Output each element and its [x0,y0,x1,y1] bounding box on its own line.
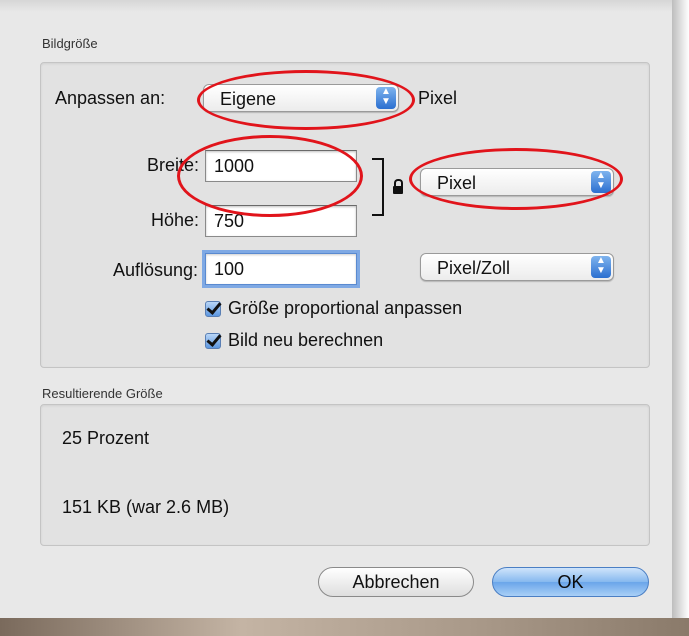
resolution-unit-popup[interactable]: Pixel/Zoll ▲ ▼ [420,253,614,281]
size-unit-popup[interactable]: Pixel ▲ ▼ [420,168,614,196]
width-label: Breite: [146,155,199,175]
image-size-dialog: Bildgröße Anpassen an: Eigene ▲ ▼ Pixel B… [0,0,672,636]
proportional-checkbox[interactable] [205,301,221,317]
resample-checkbox[interactable] [205,333,221,349]
ok-button[interactable]: OK [492,567,649,597]
result-group [40,404,650,546]
cancel-button[interactable]: Abbrechen [318,567,474,597]
result-percent: 25 Prozent [62,428,150,448]
lock-icon[interactable] [393,179,403,194]
dialog-top-edge [0,0,672,12]
result-section-title: Resultierende Größe [42,386,163,401]
resample-checkbox-label[interactable]: Bild neu berechnen [228,330,383,351]
popup-arrows-icon: ▲ ▼ [376,87,396,109]
height-label: Höhe: [150,210,199,230]
width-field-value: 1000 [214,156,255,176]
height-field-value: 750 [214,211,245,231]
resolution-field[interactable]: 100 [205,253,357,285]
height-field[interactable]: 750 [205,205,357,237]
fit-label: Anpassen an: [55,88,166,108]
background-desktop-strip [0,618,689,636]
fit-popup-value: Eigene [220,89,277,109]
fit-popup[interactable]: Eigene ▲ ▼ [203,84,399,112]
window-shadow [672,0,689,636]
resolution-label: Auflösung: [112,260,198,280]
fit-unit-label: Pixel [418,88,458,108]
resolution-field-value: 100 [214,259,245,279]
popup-arrows-icon: ▲ ▼ [591,256,611,278]
resolution-unit-popup-value: Pixel/Zoll [437,258,511,278]
proportion-link-bracket [372,158,384,216]
popup-arrows-icon: ▲ ▼ [591,171,611,193]
image-size-section-title: Bildgröße [42,36,98,51]
width-field[interactable]: 1000 [205,150,357,182]
result-file-size: 151 KB (war 2.6 MB) [62,497,230,517]
size-unit-popup-value: Pixel [437,173,477,193]
proportional-checkbox-label[interactable]: Größe proportional anpassen [228,298,462,319]
